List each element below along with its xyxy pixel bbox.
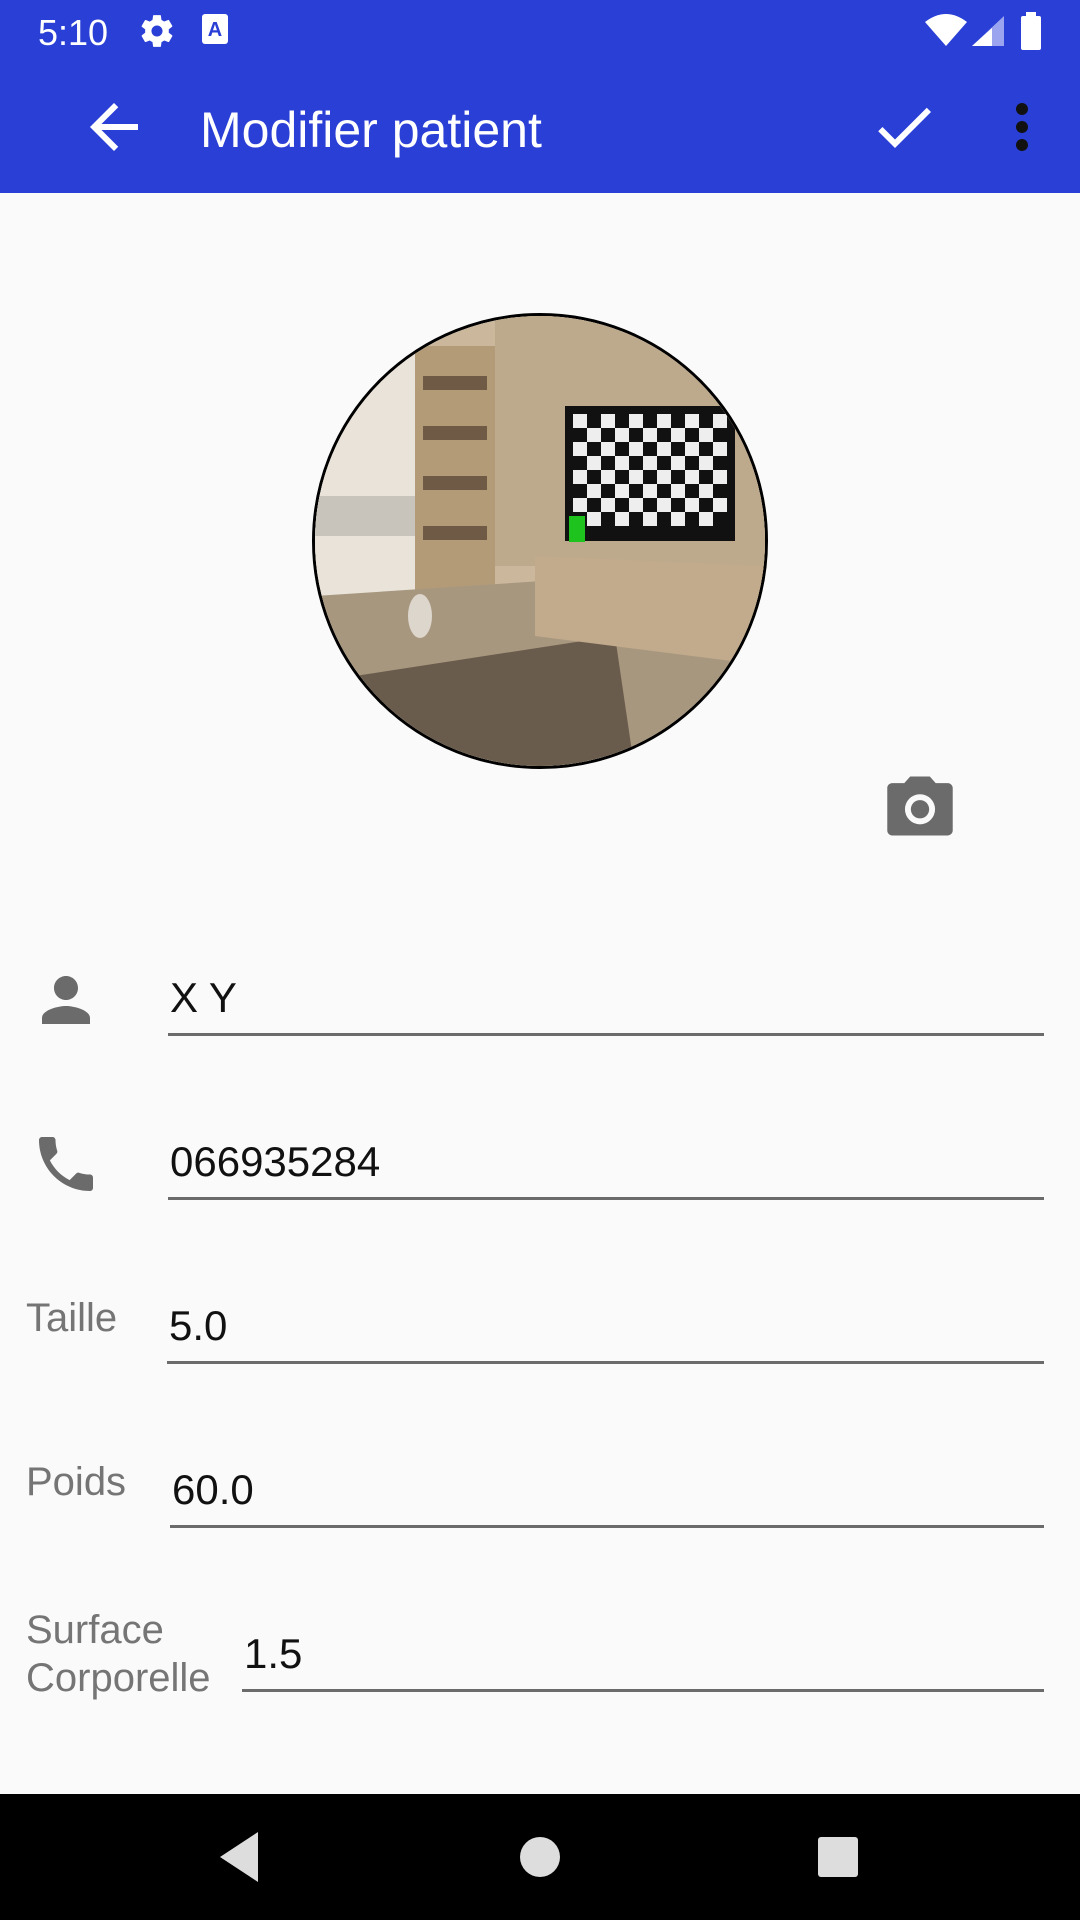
wifi-icon (924, 14, 968, 53)
check-icon (878, 107, 931, 148)
save-button[interactable] (868, 91, 940, 163)
nav-home-button[interactable] (507, 1824, 573, 1890)
home-circle-icon (520, 1837, 560, 1877)
back-button[interactable] (78, 91, 150, 163)
more-options-button[interactable] (986, 91, 1058, 163)
app-bar: Modifier patient (0, 63, 1080, 193)
height-label: Taille (26, 1296, 118, 1340)
phone-icon (30, 1128, 102, 1200)
arrow-left-icon (90, 103, 138, 151)
nav-recents-button[interactable] (805, 1824, 871, 1890)
page-title: Modifier patient (200, 102, 542, 158)
camera-icon (887, 776, 953, 836)
height-input[interactable]: 5.0 (167, 1294, 1044, 1364)
body-surface-label-line1: Surface (26, 1608, 164, 1652)
person-icon (30, 964, 102, 1036)
nav-back-button[interactable] (206, 1824, 272, 1890)
weight-input[interactable]: 60.0 (170, 1458, 1044, 1528)
name-input[interactable]: X Y (168, 966, 1044, 1036)
phone-input[interactable]: 066935284 (168, 1130, 1044, 1200)
signal-icon (970, 14, 1006, 53)
recents-square-icon (818, 1837, 858, 1877)
svg-text:A: A (208, 19, 222, 41)
status-bar: 5:10 A (0, 0, 1080, 63)
weight-label: Poids (26, 1460, 127, 1504)
status-time: 5:10 (38, 12, 109, 53)
gear-icon (138, 12, 176, 55)
body-surface-label: Surface Corporelle (26, 1606, 211, 1702)
patient-photo[interactable] (312, 313, 768, 769)
body-surface-input[interactable]: 1.5 (242, 1622, 1044, 1692)
back-triangle-icon (220, 1832, 258, 1882)
more-vert-icon (1016, 103, 1028, 151)
change-photo-button[interactable] (880, 770, 960, 842)
battery-icon (1020, 12, 1042, 55)
body-surface-label-line2: Corporelle (26, 1656, 211, 1700)
system-nav-bar (0, 1794, 1080, 1920)
a-icon: A (200, 12, 230, 51)
